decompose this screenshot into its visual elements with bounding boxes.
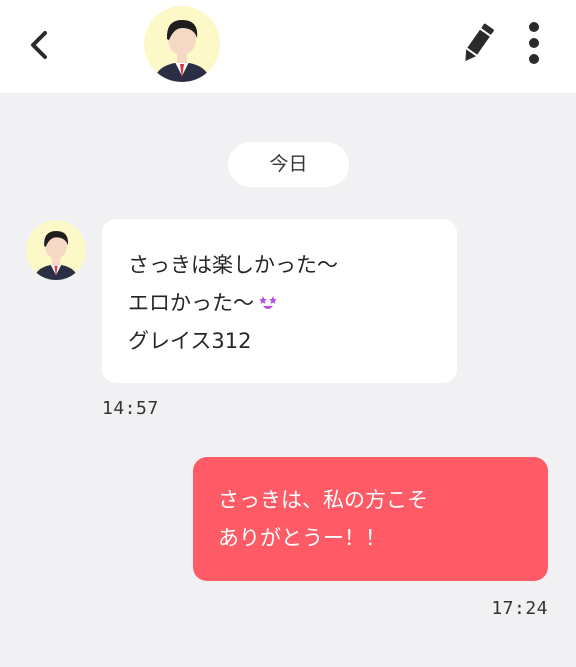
message-timestamp: 14:57	[102, 398, 159, 419]
message-line: エロかった〜	[128, 291, 254, 315]
chat-header	[0, 0, 576, 93]
sender-avatar[interactable]	[26, 220, 86, 280]
date-divider: 今日	[228, 142, 349, 187]
chevron-left-icon	[26, 27, 50, 67]
edit-button[interactable]	[456, 20, 500, 70]
message-line: さっきは、私の方こそ	[218, 488, 428, 512]
contact-avatar[interactable]	[144, 6, 220, 82]
vertical-dots-icon	[528, 21, 540, 69]
pencil-icon	[461, 21, 495, 69]
starry-eyed-face-icon	[258, 287, 278, 325]
more-options-button[interactable]	[516, 20, 552, 70]
message-line: さっきは楽しかった〜	[128, 253, 338, 277]
message-line-with-emoji: エロかった〜	[128, 284, 431, 322]
outgoing-message-bubble[interactable]: さっきは、私の方こそ ありがとうー！！	[193, 457, 548, 581]
message-timestamp: 17:24	[491, 598, 548, 619]
contact-name	[232, 30, 382, 60]
back-button[interactable]	[18, 22, 58, 72]
message-line: グレイス312	[128, 329, 252, 353]
message-line: ありがとうー！！	[218, 526, 386, 550]
incoming-message-bubble[interactable]: さっきは楽しかった〜 エロかった〜 グレイス312	[102, 219, 457, 383]
